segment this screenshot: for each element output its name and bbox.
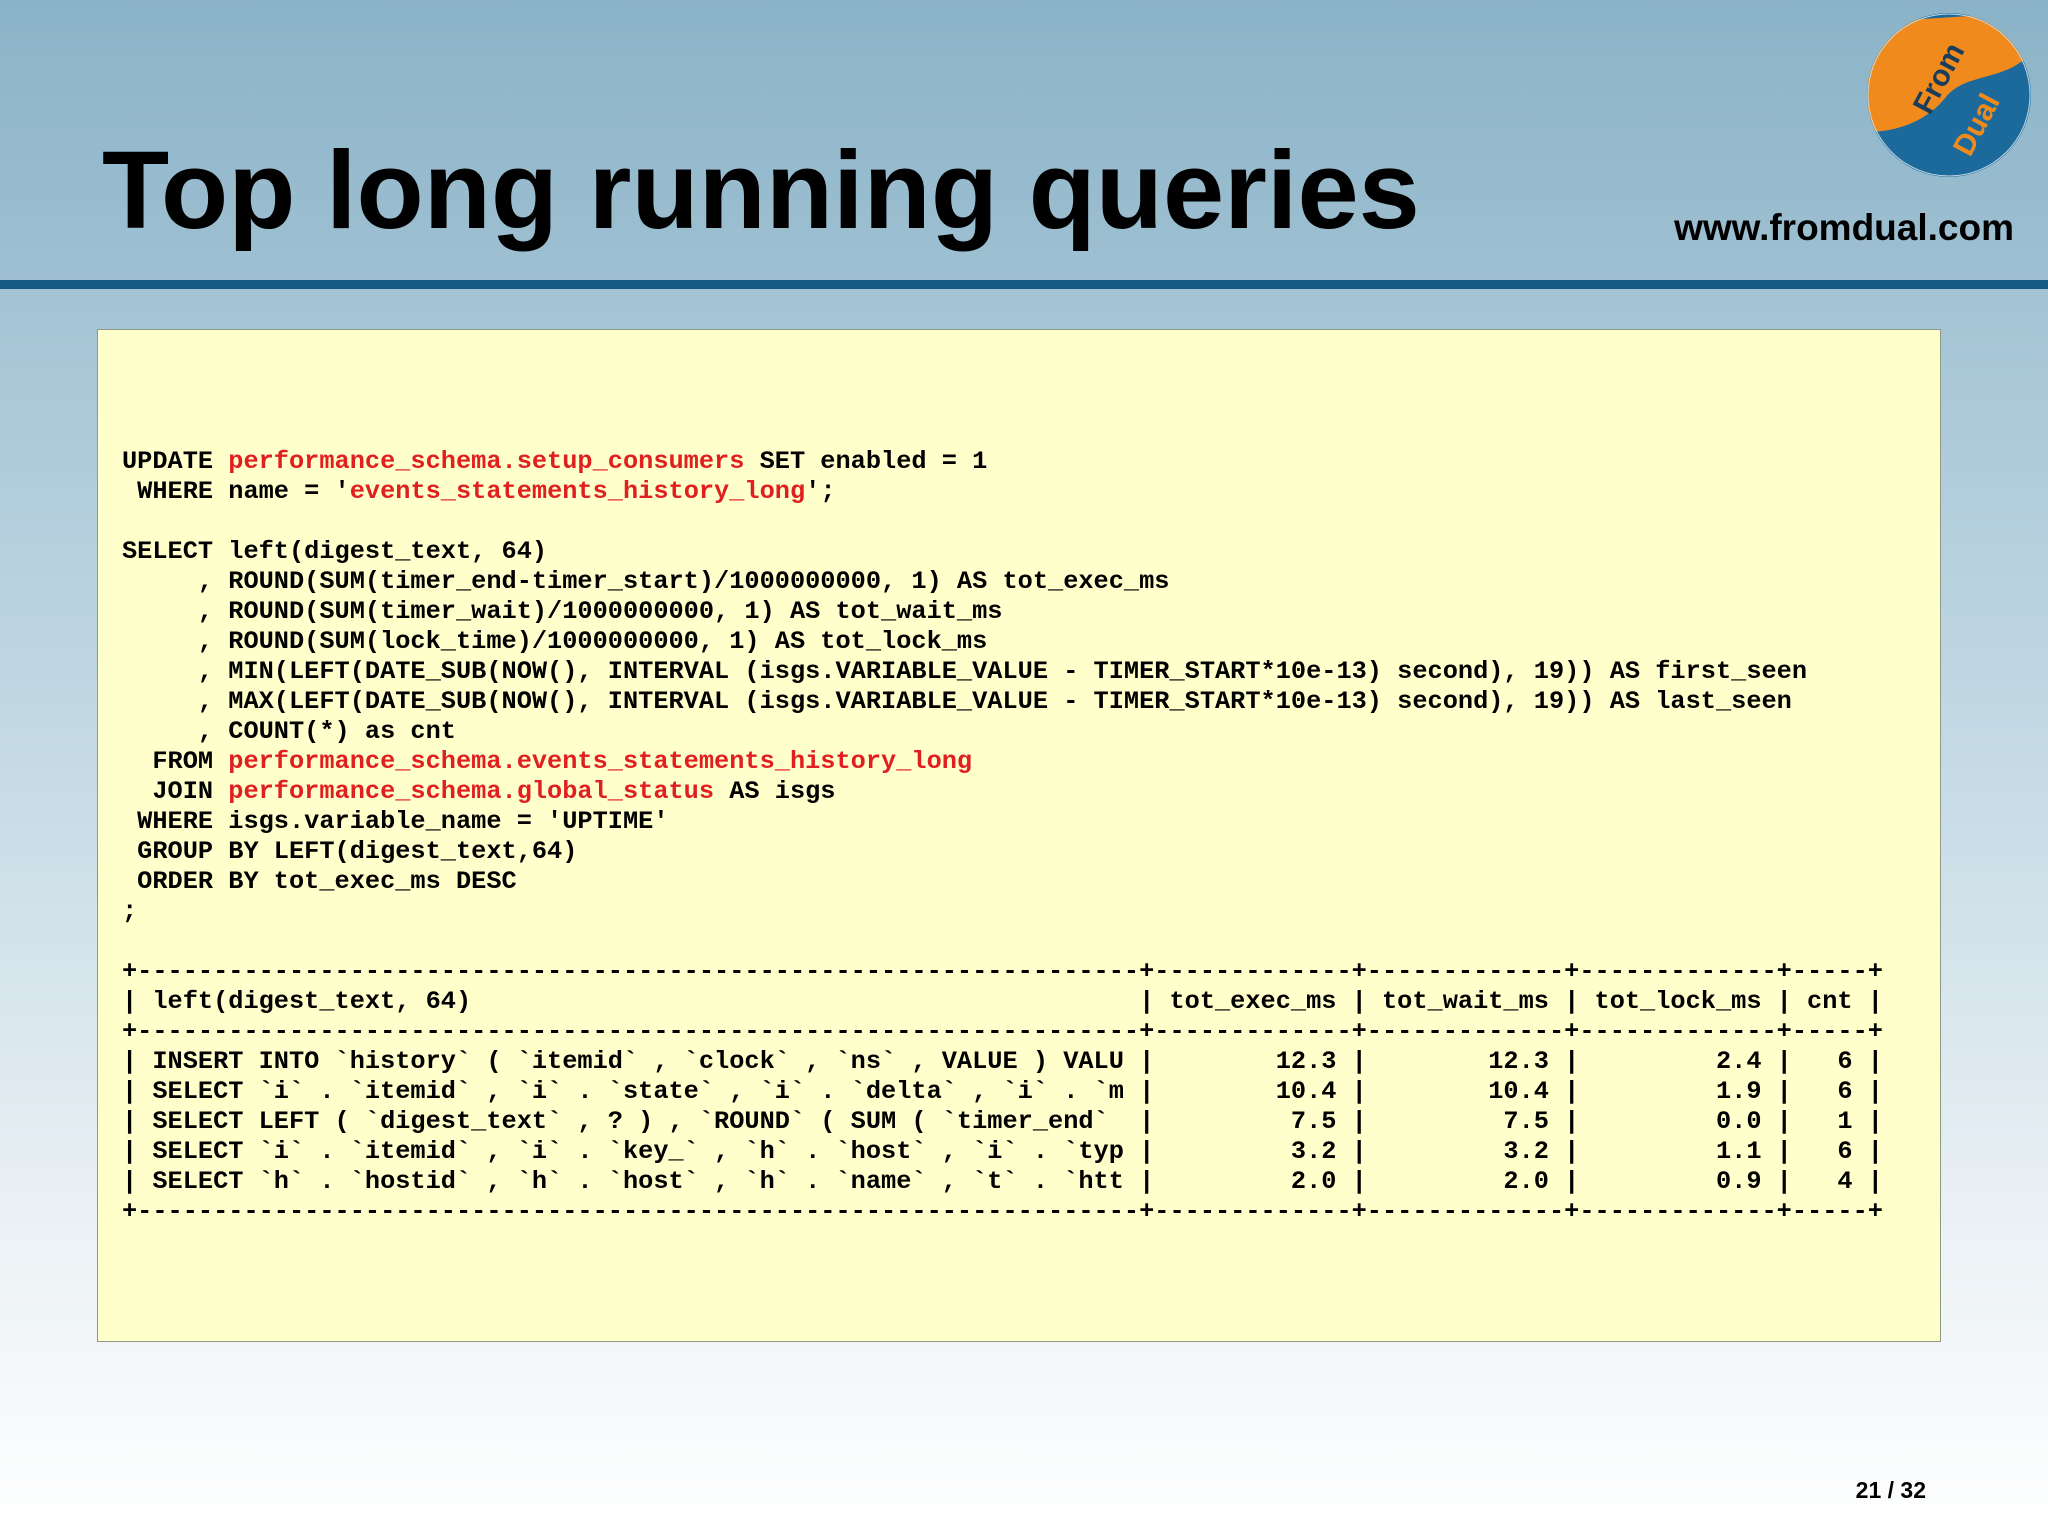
code-line: | SELECT `i` . `itemid` , `i` . `state` …	[122, 1077, 1883, 1107]
code-line: , MAX(LEFT(DATE_SUB(NOW(), INTERVAL (isg…	[122, 687, 1883, 717]
code-line: GROUP BY LEFT(digest_text,64)	[122, 837, 1883, 867]
code-line: WHERE name = 'events_statements_history_…	[122, 477, 1883, 507]
code-box: UPDATE performance_schema.setup_consumer…	[97, 329, 1941, 1342]
code-identifier: performance_schema.events_statements_his…	[228, 747, 973, 776]
code-text: ORDER BY tot_exec_ms DESC	[122, 867, 517, 896]
code-text: FROM	[122, 747, 229, 776]
code-line: FROM performance_schema.events_statement…	[122, 747, 1883, 777]
code-text: JOIN	[122, 777, 229, 806]
code-line: , COUNT(*) as cnt	[122, 717, 1883, 747]
code-text: | left(digest_text, 64) | tot_exec_ms | …	[122, 987, 1883, 1016]
sql-code-block: UPDATE performance_schema.setup_consumer…	[122, 447, 1883, 1227]
slide-title: Top long running queries	[102, 129, 1420, 252]
code-text: | SELECT `i` . `itemid` , `i` . `state` …	[122, 1077, 1883, 1106]
code-text: GROUP BY LEFT(digest_text,64)	[122, 837, 578, 866]
code-line: | SELECT `h` . `hostid` , `h` . `host` ,…	[122, 1167, 1883, 1197]
code-text: +---------------------------------------…	[122, 957, 1883, 986]
code-text: | SELECT LEFT ( `digest_text` , ? ) , `R…	[122, 1107, 1883, 1136]
code-identifier: events_statements_history_long	[349, 477, 806, 506]
code-line: +---------------------------------------…	[122, 1197, 1883, 1227]
code-text: , MIN(LEFT(DATE_SUB(NOW(), INTERVAL (isg…	[122, 657, 1808, 686]
code-text: ;	[122, 897, 138, 926]
code-line: | SELECT LEFT ( `digest_text` , ? ) , `R…	[122, 1107, 1883, 1137]
code-text: , ROUND(SUM(timer_wait)/1000000000, 1) A…	[122, 597, 1003, 626]
code-line: ;	[122, 897, 1883, 927]
code-text: , ROUND(SUM(lock_time)/1000000000, 1) AS…	[122, 627, 988, 656]
site-url: www.fromdual.com	[1674, 207, 2014, 248]
code-text: +---------------------------------------…	[122, 1017, 1883, 1046]
code-line: +---------------------------------------…	[122, 1017, 1883, 1047]
code-text: WHERE name = '	[122, 477, 350, 506]
header-divider	[0, 280, 2048, 289]
fromdual-logo-icon: From Dual	[1867, 13, 2031, 177]
code-line: | INSERT INTO `history` ( `itemid` , `cl…	[122, 1047, 1883, 1077]
code-line: | SELECT `i` . `itemid` , `i` . `key_` ,…	[122, 1137, 1883, 1167]
code-text: | SELECT `i` . `itemid` , `i` . `key_` ,…	[122, 1137, 1883, 1166]
code-line: , ROUND(SUM(timer_end-timer_start)/10000…	[122, 567, 1883, 597]
code-text: | SELECT `h` . `hostid` , `h` . `host` ,…	[122, 1167, 1883, 1196]
code-text: ';	[805, 477, 836, 506]
code-line: , ROUND(SUM(lock_time)/1000000000, 1) AS…	[122, 627, 1883, 657]
code-line: WHERE isgs.variable_name = 'UPTIME'	[122, 807, 1883, 837]
code-line: +---------------------------------------…	[122, 957, 1883, 987]
code-line: UPDATE performance_schema.setup_consumer…	[122, 447, 1883, 477]
code-text: SELECT left(digest_text, 64)	[122, 537, 548, 566]
code-text: , MAX(LEFT(DATE_SUB(NOW(), INTERVAL (isg…	[122, 687, 1792, 716]
code-line: JOIN performance_schema.global_status AS…	[122, 777, 1883, 807]
code-line: SELECT left(digest_text, 64)	[122, 537, 1883, 567]
code-text: SET enabled = 1	[744, 447, 988, 476]
code-identifier: performance_schema.global_status	[228, 777, 715, 806]
code-text: +---------------------------------------…	[122, 1197, 1883, 1226]
code-text: AS isgs	[714, 777, 836, 806]
code-text: UPDATE	[122, 447, 229, 476]
code-line: | left(digest_text, 64) | tot_exec_ms | …	[122, 987, 1883, 1017]
code-text: , COUNT(*) as cnt	[122, 717, 456, 746]
code-text: | INSERT INTO `history` ( `itemid` , `cl…	[122, 1047, 1883, 1076]
code-text: , ROUND(SUM(timer_end-timer_start)/10000…	[122, 567, 1170, 596]
code-line: , MIN(LEFT(DATE_SUB(NOW(), INTERVAL (isg…	[122, 657, 1883, 687]
code-identifier: performance_schema.setup_consumers	[228, 447, 745, 476]
code-line: , ROUND(SUM(timer_wait)/1000000000, 1) A…	[122, 597, 1883, 627]
code-line: ORDER BY tot_exec_ms DESC	[122, 867, 1883, 897]
code-text: WHERE isgs.variable_name = 'UPTIME'	[122, 807, 669, 836]
page-number: 21 / 32	[1855, 1477, 1926, 1503]
